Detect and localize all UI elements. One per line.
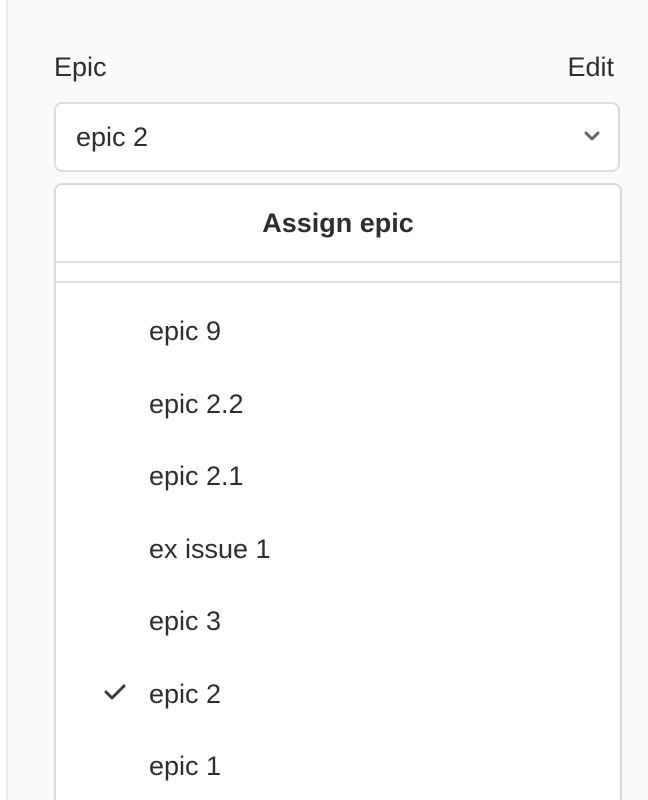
list-item-label: ex issue 1 [149,533,271,564]
list-item-label: epic 2 [149,678,222,709]
list-item[interactable]: epic 2.1 [56,440,620,513]
edit-link[interactable]: Edit [567,49,614,85]
epic-label: Epic [54,52,107,82]
list-item-selected[interactable]: epic 2 [56,658,620,731]
assign-epic-dropdown: Assign epic epic 9 epic 2.2 epic 2.1 ex … [54,183,622,800]
list-item-label: epic 2.1 [149,461,244,491]
list-item[interactable]: epic 2.2 [56,368,620,441]
checkmark-icon [104,684,126,699]
epic-select-toggle[interactable]: epic 2 [54,102,620,172]
epic-list: epic 9 epic 2.2 epic 2.1 ex issue 1 epic… [56,295,620,800]
list-item[interactable]: epic 9 [56,295,620,368]
chevron-down-icon [584,131,600,141]
list-item[interactable]: epic 1 [56,730,620,800]
epic-select-value: epic 2 [76,122,149,152]
dropdown-title: Assign epic [262,208,414,238]
dropdown-divider [56,281,620,283]
list-item[interactable]: epic 3 [56,585,620,658]
list-item-label: epic 1 [149,751,222,781]
epic-header: Epic Edit [54,49,614,85]
list-item[interactable]: ex issue 1 [56,513,620,586]
list-item-label: epic 3 [149,606,222,636]
dropdown-divider [56,261,620,263]
list-item-label: epic 9 [149,316,222,346]
list-item-label: epic 2.2 [149,388,244,419]
